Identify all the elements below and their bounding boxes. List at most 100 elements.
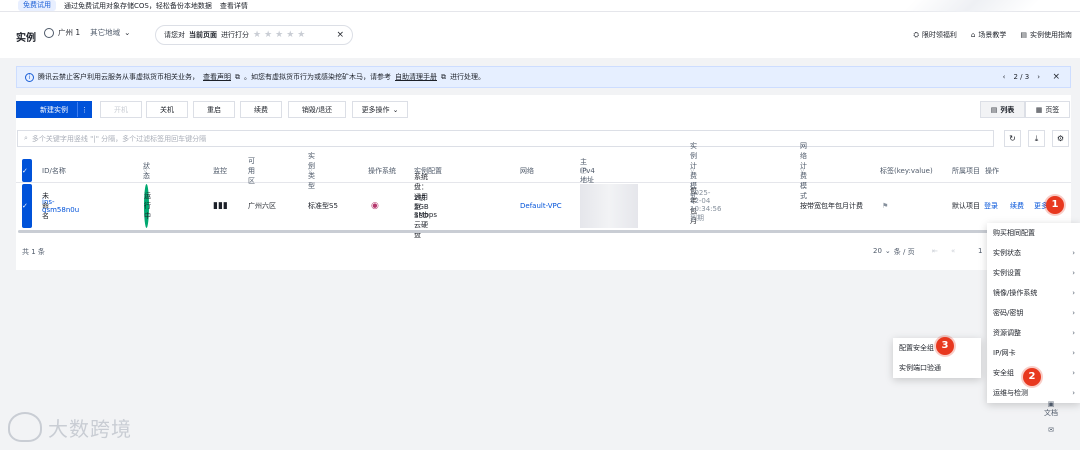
chevron-right-icon: › bbox=[1072, 289, 1075, 297]
menu-item-port-check[interactable]: 实例端口验通 bbox=[893, 358, 981, 378]
watermark-logo-icon bbox=[8, 412, 42, 442]
download-icon[interactable]: ⤓ bbox=[1028, 130, 1045, 147]
menu-item-label: 实例状态 bbox=[993, 249, 1021, 257]
notice-link-statement[interactable]: 查看声明 bbox=[203, 72, 231, 82]
renew-button[interactable]: 续费 bbox=[240, 101, 282, 118]
new-instance-label: 新建实例 bbox=[40, 105, 68, 114]
search-input[interactable]: ⌕ 多个关键字用竖线 "|" 分隔，多个过滤标签用回车键分隔 bbox=[17, 130, 994, 147]
start-button[interactable]: 开机 bbox=[100, 101, 142, 118]
restart-button[interactable]: 重启 bbox=[193, 101, 235, 118]
header-link-benefits[interactable]: ⛭ 限时领福利 bbox=[913, 30, 957, 40]
graduation-cap-icon: ⌂ bbox=[970, 31, 976, 39]
filter-icon[interactable]: ▽ bbox=[143, 159, 148, 182]
rate-prompt: 请您对 bbox=[164, 31, 185, 39]
page-header: 实例 广州 1 其它地域 ⌄ 请您对 当前页面 进行打分 ★★★★★ × ⛭ 限时… bbox=[0, 12, 1080, 58]
col-id-name: ID/名称 bbox=[42, 166, 66, 175]
col-network: 网络 bbox=[520, 166, 534, 175]
chevron-right-icon: › bbox=[1072, 249, 1075, 257]
more-actions-label: 更多操作 bbox=[361, 105, 390, 114]
net-billing-cell: 按带宽包年包月计费 bbox=[800, 202, 863, 210]
menu-item-label: 购买相同配置 bbox=[993, 229, 1035, 237]
header-link-tutorial[interactable]: ⌂ 场景教学 bbox=[971, 30, 1006, 40]
region-selector[interactable]: 广州 1 其它地域 ⌄ bbox=[44, 27, 130, 38]
region-other[interactable]: 其它地域 bbox=[90, 27, 120, 38]
external-link-icon: ⧉ bbox=[441, 72, 446, 81]
chat-icon[interactable]: ✉ bbox=[1032, 426, 1070, 434]
header-link-label: 限时领福利 bbox=[921, 31, 957, 39]
prev-page-icon[interactable]: « bbox=[951, 247, 955, 255]
close-icon[interactable]: × bbox=[336, 30, 344, 40]
chevron-right-icon[interactable]: › bbox=[1037, 73, 1040, 81]
col-ops: 操作 bbox=[985, 166, 999, 175]
instance-name: 未命名 bbox=[42, 192, 49, 220]
view-list-button[interactable]: ▤ 列表 bbox=[980, 101, 1025, 118]
promo-text: 通过免费试用对象存储COS，轻松备份本地数据 bbox=[64, 1, 212, 10]
header-link-guide[interactable]: ▤ 实例使用指南 bbox=[1020, 30, 1072, 40]
filter-icon[interactable]: ▽ bbox=[690, 159, 695, 182]
kebab-icon[interactable]: ⋮ bbox=[77, 102, 91, 117]
promo-more-link[interactable]: 查看详情 bbox=[220, 1, 248, 11]
chevron-right-icon: › bbox=[1072, 349, 1075, 357]
menu-item-label: 实例设置 bbox=[993, 269, 1021, 277]
stop-button[interactable]: 关机 bbox=[146, 101, 188, 118]
doc-icon[interactable]: ▣ bbox=[1032, 400, 1070, 408]
menu-item-resize[interactable]: 资源调整 › bbox=[987, 323, 1080, 343]
rating-stars[interactable]: ★★★★★ bbox=[253, 30, 308, 40]
notice-pager: ‹ 2 / 3 › bbox=[1003, 73, 1040, 81]
new-instance-button[interactable]: 新建实例 ⋮ bbox=[16, 101, 92, 118]
first-page-icon[interactable]: ⇤ bbox=[932, 247, 938, 255]
notice-link-manual[interactable]: 自助清理手册 bbox=[395, 72, 437, 82]
menu-item-label: 运维与检测 bbox=[993, 389, 1028, 397]
menu-item-settings[interactable]: 实例设置 › bbox=[987, 263, 1080, 283]
total-count: 共 1 条 bbox=[22, 248, 45, 256]
view-tab-button[interactable]: ▦ 页签 bbox=[1025, 101, 1070, 118]
step-marker-3: 3 bbox=[936, 337, 954, 355]
col-tags: 标签(key:value) bbox=[880, 166, 933, 175]
menu-item-status[interactable]: 实例状态 › bbox=[987, 243, 1080, 263]
region-current[interactable]: 广州 1 bbox=[58, 27, 80, 38]
filter-icon[interactable]: ▽ bbox=[308, 159, 313, 182]
menu-item-ip-nic[interactable]: IP/网卡 › bbox=[987, 343, 1080, 363]
network-link[interactable]: Default-VPC bbox=[520, 184, 562, 228]
chevron-down-icon: ⌄ bbox=[124, 28, 131, 37]
tag-icon[interactable]: ⚑ bbox=[882, 184, 888, 228]
close-icon[interactable]: × bbox=[1052, 72, 1060, 82]
step-marker-2: 2 bbox=[1023, 368, 1041, 386]
menu-item-password-key[interactable]: 密码/密钥 › bbox=[987, 303, 1080, 323]
filter-icon[interactable]: ▽ bbox=[800, 159, 805, 182]
menu-item-image-os[interactable]: 镜像/操作系统 › bbox=[987, 283, 1080, 303]
menu-item-label: 实例端口验通 bbox=[899, 364, 941, 372]
view-tab-label: 页签 bbox=[1045, 105, 1060, 114]
menu-item-buy-same[interactable]: 购买相同配置 bbox=[987, 223, 1080, 243]
more-actions-button[interactable]: 更多操作 ⌄ bbox=[352, 101, 408, 118]
page-size-select[interactable]: 20 ⌄ 条 / 页 bbox=[873, 247, 915, 257]
page-size-value: 20 bbox=[873, 247, 882, 255]
table-row: ✓ ins-qsm58n0u 未命名 运行中 ▮▮▮ 广州六区 标准型S5 ◉ … bbox=[22, 173, 1048, 239]
status-label: 运行中 bbox=[144, 192, 151, 220]
chevron-right-icon: › bbox=[1072, 389, 1075, 397]
globe-icon bbox=[44, 27, 54, 38]
settings-gear-icon[interactable]: ⚙ bbox=[1052, 130, 1069, 147]
gift-icon: ⛭ bbox=[913, 30, 919, 39]
page-rating: 请您对 当前页面 进行打分 ★★★★★ × bbox=[155, 25, 353, 45]
chevron-left-icon[interactable]: ‹ bbox=[1003, 73, 1006, 81]
notice-page: 2 / 3 bbox=[1013, 73, 1030, 81]
chevron-right-icon: › bbox=[1072, 369, 1075, 377]
destroy-button[interactable]: 销毁/退还 bbox=[288, 101, 346, 118]
table-header: ✓ ID/名称 状态 ▽ 监控 可用区 ▽ 实例类型 ▽ 操作系统 实例配置 网络 主… bbox=[16, 142, 1071, 200]
chevron-right-icon: › bbox=[1072, 269, 1075, 277]
free-trial-tag: 免费试用 bbox=[18, 0, 56, 11]
renew-link[interactable]: 续费 bbox=[1010, 184, 1024, 228]
current-page[interactable]: 1 bbox=[978, 247, 982, 255]
login-link[interactable]: 登录 bbox=[984, 184, 998, 228]
search-placeholder: 多个关键字用竖线 "|" 分隔，多个过滤标签用回车键分隔 bbox=[31, 134, 207, 143]
refresh-icon[interactable]: ↻ bbox=[1004, 130, 1021, 147]
menu-item-label: 密码/密钥 bbox=[993, 309, 1024, 317]
monitor-chart-icon[interactable]: ▮▮▮ bbox=[213, 184, 228, 228]
filter-icon[interactable]: ▽ bbox=[248, 159, 253, 182]
header-link-label: 场景教学 bbox=[978, 31, 1007, 39]
ipv4-redacted bbox=[580, 184, 638, 228]
horizontal-scrollbar[interactable] bbox=[18, 230, 1008, 233]
step-marker-1: 1 bbox=[1046, 196, 1064, 214]
instance-panel: 新建实例 ⋮ 开机 关机 重启 续费 销毁/退还 更多操作 ⌄ ▤ 列表 ▦ 页签 … bbox=[16, 95, 1071, 270]
